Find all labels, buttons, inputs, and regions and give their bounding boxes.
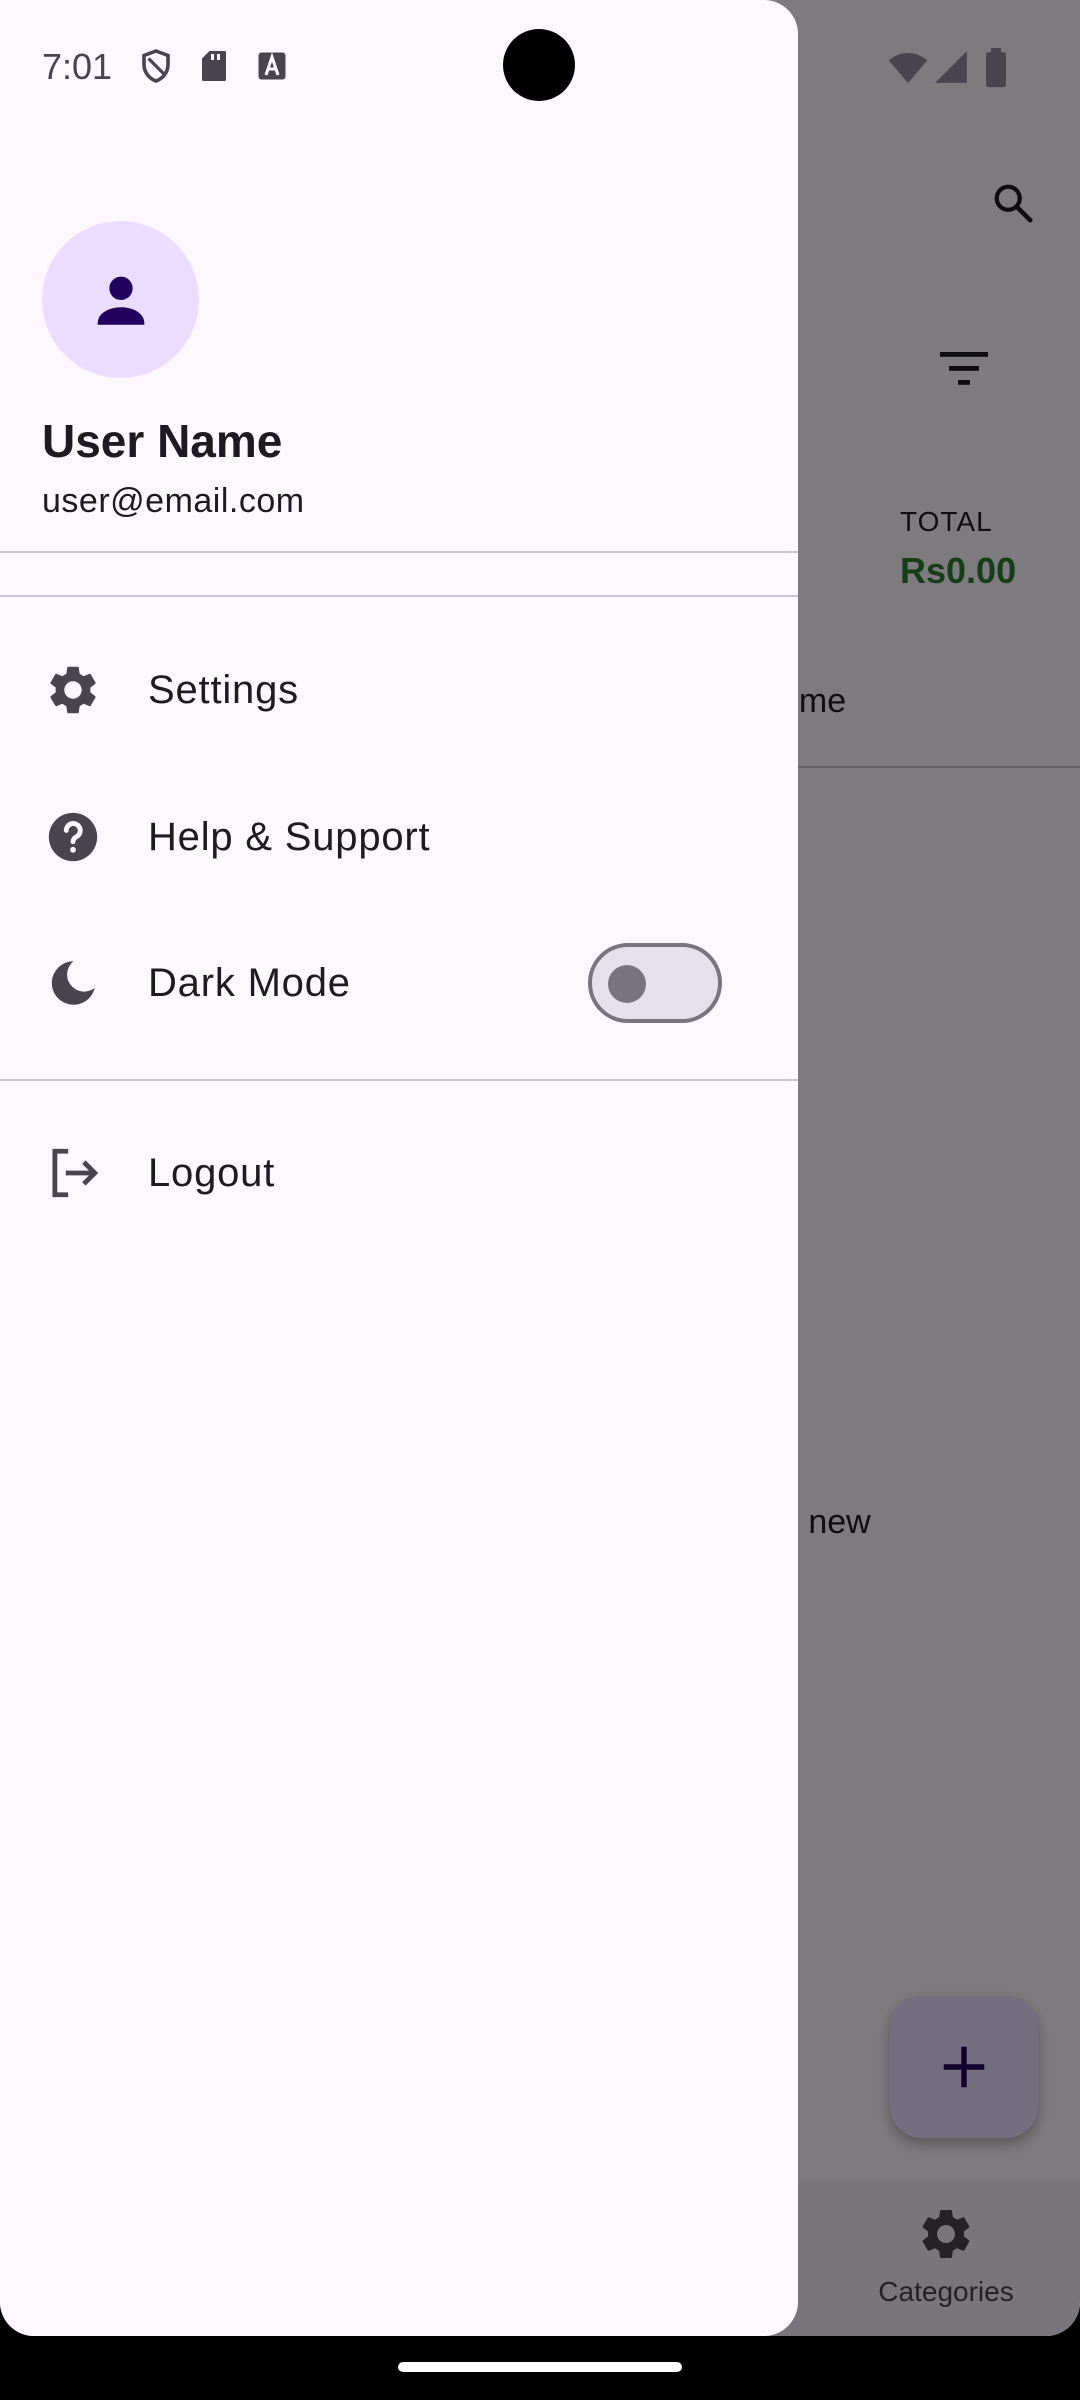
menu-item-help-support[interactable]: Help & Support <box>0 777 798 897</box>
text-notification-icon <box>258 52 286 80</box>
logout-icon <box>52 1148 99 1198</box>
moon-icon <box>51 961 95 1005</box>
gear-icon <box>50 666 96 714</box>
user-email: user@email.com <box>42 482 305 520</box>
menu-item-logout[interactable]: Logout <box>0 1113 798 1233</box>
navigation-drawer: User Name user@email.com Settings Help &… <box>0 0 798 2336</box>
person-icon <box>97 276 144 325</box>
avatar <box>42 221 199 378</box>
signal-icon <box>935 51 967 83</box>
status-time: 7:01 <box>42 46 113 87</box>
header-divider <box>0 551 798 553</box>
screen: TOTAL Rs0.00 ome d new Categories User N… <box>0 0 1080 2336</box>
dark-mode-toggle[interactable] <box>588 943 722 1023</box>
wifi-icon <box>888 53 928 83</box>
status-bar: 7:01 <box>0 0 1080 132</box>
shield-icon <box>142 49 170 83</box>
help-circle-icon <box>48 812 98 862</box>
menu-item-label: Logout <box>148 1150 276 1195</box>
divider <box>0 595 798 597</box>
menu-item-settings[interactable]: Settings <box>0 630 798 750</box>
menu-item-label: Settings <box>148 667 299 712</box>
user-name: User Name <box>42 415 283 467</box>
sd-card-icon <box>202 51 226 81</box>
menu-item-label: Help & Support <box>148 814 431 859</box>
menu-item-label: Dark Mode <box>148 960 351 1005</box>
battery-icon <box>986 48 1006 88</box>
toggle-thumb <box>608 965 646 1003</box>
divider <box>0 1079 798 1081</box>
camera-cutout <box>503 29 575 101</box>
gesture-navigation-bar[interactable] <box>398 2362 682 2372</box>
